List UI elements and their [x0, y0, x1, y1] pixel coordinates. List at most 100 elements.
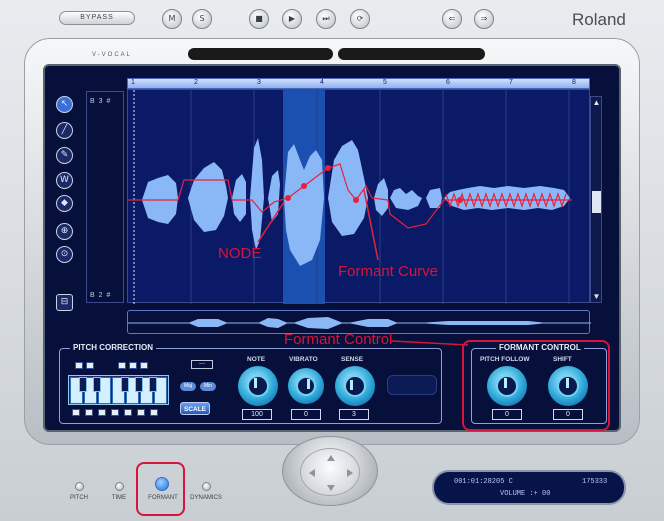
scale-keyboard[interactable] [68, 375, 169, 405]
undo-icon[interactable]: ⇐ [442, 9, 462, 29]
pencil-tool-icon[interactable]: ✎ [56, 147, 73, 164]
pitch-mode-button[interactable] [75, 482, 84, 491]
knob-center [496, 375, 518, 397]
m-icon[interactable]: M [162, 9, 182, 29]
dynamics-mode-label: DYNAMICS [190, 495, 222, 501]
forward-icon[interactable]: ⏭ [316, 9, 336, 29]
sense-knob-label: SENSE [341, 356, 364, 363]
key-toggle[interactable] [75, 362, 83, 369]
scroll-down-icon[interactable]: ▼ [592, 292, 601, 301]
level-meter-left [188, 48, 333, 60]
redo-icon[interactable]: ⇒ [474, 9, 494, 29]
black-key[interactable] [135, 377, 143, 392]
play-icon[interactable]: ▶ [282, 9, 302, 29]
knob-pointer [350, 380, 353, 390]
knob-center [296, 376, 316, 396]
knob-pointer [566, 378, 569, 388]
curve-node[interactable] [325, 165, 331, 171]
key-toggle[interactable] [140, 362, 148, 369]
position-readout: 001:01:28205 C [454, 478, 513, 486]
black-key[interactable] [121, 377, 129, 392]
shift-label: SHIFT [553, 356, 572, 363]
counter-readout: 175333 [582, 478, 608, 486]
minor-button[interactable]: Min [200, 382, 216, 391]
pitch-correction-title: PITCH CORRECTION [70, 343, 156, 352]
formant-control-annotation: Formant Control [284, 331, 393, 348]
key-toggle[interactable] [85, 409, 93, 416]
ruler-mark: 2 [194, 79, 198, 86]
node-annotation: NODE [218, 245, 262, 262]
knob-pointer [504, 378, 507, 388]
shift-knob[interactable] [548, 366, 588, 406]
knob-pointer [307, 379, 310, 389]
zoom-tool-icon[interactable]: ⊙ [56, 246, 73, 263]
key-toggle[interactable] [124, 409, 132, 416]
navigation-pad-center[interactable] [300, 448, 360, 496]
formant-control-arrow [392, 340, 469, 346]
shift-value[interactable]: 0 [553, 409, 583, 420]
arrow-icons [309, 455, 353, 491]
black-key[interactable] [79, 377, 87, 392]
eraser-tool-icon[interactable]: ◆ [56, 195, 73, 212]
curve-node[interactable] [285, 195, 291, 201]
vibrato-knob[interactable] [288, 368, 324, 404]
note-knob[interactable] [238, 366, 278, 406]
pitch-mode-label: PITCH [70, 495, 88, 501]
transport-bar: BYPASS M S ■ ▶ ⏭ ⟳ ⇐ ⇒ Roland [0, 0, 664, 38]
parameter-readout: VOLUME :+ 00 [500, 490, 551, 498]
bypass-button[interactable]: BYPASS [59, 11, 135, 25]
scale-button[interactable]: SCALE [180, 402, 210, 415]
black-key[interactable] [149, 377, 157, 392]
sense-knob[interactable] [335, 366, 375, 406]
black-key[interactable] [93, 377, 101, 392]
key-toggle[interactable] [98, 409, 106, 416]
major-button[interactable]: Maj [180, 382, 196, 391]
key-toggle[interactable] [118, 362, 126, 369]
key-toggle[interactable] [86, 362, 94, 369]
note-value[interactable]: 100 [242, 409, 272, 420]
scroll-up-icon[interactable]: ▲ [592, 98, 601, 107]
pointer-tool-icon[interactable]: ↖ [56, 96, 73, 113]
vertical-scrollbar[interactable]: ▲ ▼ [590, 96, 602, 303]
vibrato-value[interactable]: 0 [291, 409, 321, 420]
curve-node[interactable] [353, 197, 359, 203]
loop-icon[interactable]: ⟳ [350, 9, 370, 29]
key-toggle[interactable] [137, 409, 145, 416]
curve-node[interactable] [301, 183, 307, 189]
key-toggle[interactable] [111, 409, 119, 416]
sense-value[interactable]: 3 [339, 409, 369, 420]
key-toggle[interactable] [150, 409, 158, 416]
key-display: — [191, 360, 213, 369]
scrub-tool-icon[interactable]: ⊕ [56, 223, 73, 240]
s-icon[interactable]: S [192, 9, 212, 29]
dynamics-mode-button[interactable] [202, 482, 211, 491]
note-bottom-label: B 2 # [90, 292, 112, 299]
ruler-mark: 1 [131, 79, 135, 86]
curve-node[interactable] [457, 197, 463, 203]
ruler-mark: 4 [320, 79, 324, 86]
key-toggle[interactable] [129, 362, 137, 369]
vibrato-knob-label: VIBRATO [289, 356, 318, 363]
level-meter-right [338, 48, 485, 60]
ruler-mark: 7 [509, 79, 513, 86]
key-toggle[interactable] [72, 409, 80, 416]
time-mode-label: TIME [111, 495, 127, 501]
ruler-mark: 5 [383, 79, 387, 86]
line-tool-icon[interactable]: ╱ [56, 122, 73, 139]
window-title: V-VOCAL [92, 52, 133, 58]
ruler-mark: 6 [446, 79, 450, 86]
knob-center [247, 375, 269, 397]
pitch-follow-knob[interactable] [487, 366, 527, 406]
scroll-thumb[interactable] [592, 191, 601, 213]
grid-tool-icon[interactable]: ⊟ [56, 294, 73, 311]
wave-tool-icon[interactable]: W [56, 172, 73, 189]
time-ruler[interactable]: 1 2 3 4 5 6 7 8 [127, 78, 590, 89]
pitch-follow-value[interactable]: 0 [492, 409, 522, 420]
stop-icon[interactable]: ■ [249, 9, 269, 29]
note-knob-label: NOTE [247, 356, 266, 363]
formant-curve-annotation: Formant Curve [338, 263, 439, 280]
time-mode-button[interactable] [115, 482, 124, 491]
formant-mode-highlight [136, 462, 185, 516]
knob-center [557, 375, 579, 397]
knob-pointer [254, 378, 257, 388]
